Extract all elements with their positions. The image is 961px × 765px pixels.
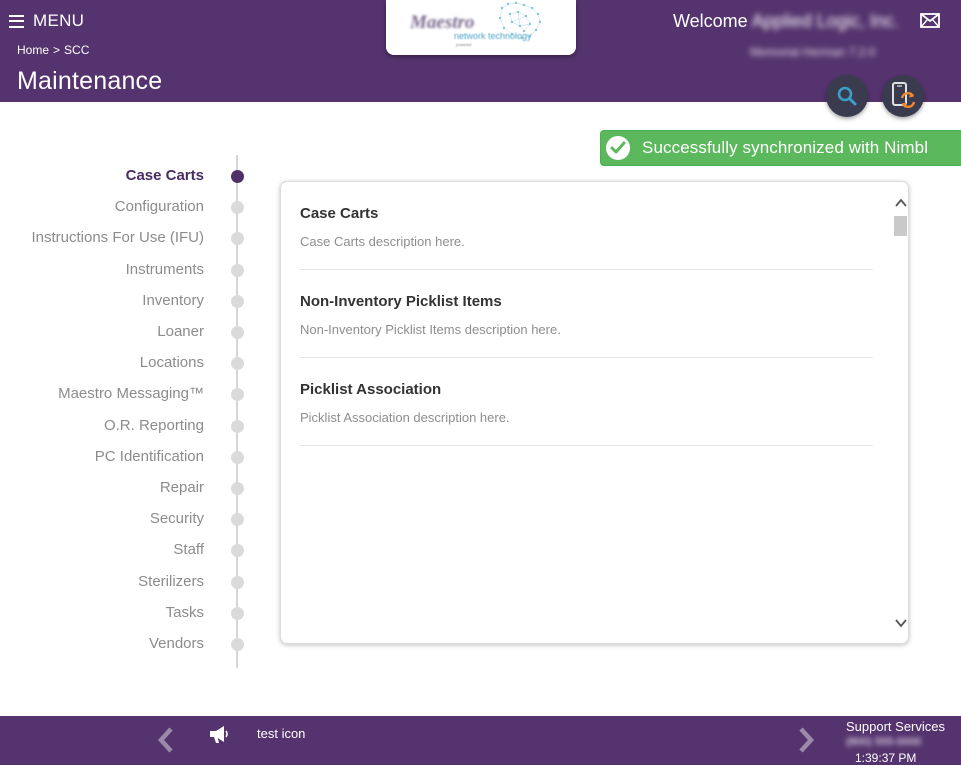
list-item-title: Picklist Association	[300, 381, 442, 398]
list-item[interactable]: Picklist Association Picklist Association…	[300, 358, 873, 446]
nav-item-label: Security	[149, 510, 204, 527]
nav-dot-icon	[231, 451, 244, 464]
nav-item-label: Case Carts	[125, 167, 204, 184]
mobile-sync-icon	[892, 82, 916, 109]
nav-item[interactable]: Repair	[0, 476, 250, 500]
nav-item-label: Sterilizers	[138, 573, 204, 590]
content-panel: Case Carts Case Carts description here. No…	[280, 181, 909, 644]
logo[interactable]: Maestro network technology powered	[386, 0, 576, 55]
breadcrumb-separator: >	[53, 43, 61, 57]
chevron-down-icon[interactable]	[894, 616, 908, 630]
nav-item-label: Repair	[159, 479, 204, 496]
welcome-prefix: Welcome	[673, 11, 748, 31]
nav-item-label: Staff	[173, 541, 204, 558]
footer-message[interactable]: test icon	[257, 726, 305, 741]
mobile-sync-button[interactable]	[882, 75, 924, 117]
nav-dot-icon	[231, 607, 244, 620]
logo-tagline: powered	[456, 42, 472, 47]
toast-message: Successfully synchronized with Nimbl	[642, 138, 929, 157]
account-subtitle: Memorial Herman 7.2.0	[750, 45, 876, 59]
chevron-right-icon[interactable]	[793, 724, 819, 756]
nav-dot-icon	[231, 576, 244, 589]
envelope-icon[interactable]	[920, 13, 940, 28]
nav-item-label: Instructions For Use (IFU)	[31, 229, 204, 246]
menu-button[interactable]: MENU	[9, 11, 84, 31]
chevron-left-icon[interactable]	[153, 724, 179, 756]
list-item-description: Picklist Association description here.	[300, 410, 510, 425]
nav-dot-icon	[231, 295, 244, 308]
check-circle-icon	[604, 134, 632, 162]
nav-item[interactable]: Inventory	[0, 289, 250, 313]
nav-item-label: Vendors	[148, 635, 204, 652]
nav-dot-icon	[231, 201, 244, 214]
nav-item-label: Configuration	[114, 198, 204, 215]
scrollbar[interactable]	[893, 190, 908, 638]
nav-item-label: Inventory	[142, 292, 204, 309]
nav-item-label: Loaner	[157, 323, 204, 340]
nav-item-label: O.R. Reporting	[103, 417, 204, 434]
nav-item[interactable]: Instruments	[0, 258, 250, 282]
chevron-up-icon[interactable]	[894, 196, 908, 210]
nav-item-label: Instruments	[125, 261, 204, 278]
hamburger-icon	[9, 14, 24, 28]
breadcrumb-home-link[interactable]: Home	[17, 43, 49, 57]
nav-item[interactable]: Security	[0, 507, 250, 531]
support-phone: (800) 555-0000	[846, 736, 922, 748]
search-button[interactable]	[826, 75, 868, 117]
nav-item[interactable]: Sterilizers	[0, 570, 250, 594]
nav-dot-icon	[231, 264, 244, 277]
nav-dot-icon	[231, 232, 244, 245]
nav-item-label: Locations	[139, 354, 204, 371]
nav-item-label: PC Identification	[94, 448, 204, 465]
breadcrumb: Home > SCC	[17, 43, 89, 57]
clock-time: 1:39:37 PM	[855, 751, 917, 765]
scroll-thumb[interactable]	[894, 216, 907, 236]
account-name: Applied Logic, Inc.	[751, 11, 899, 31]
nav-dot-icon	[231, 357, 244, 370]
nav-item[interactable]: Tasks	[0, 601, 250, 625]
list-item[interactable]: Non-Inventory Picklist Items Non-Inventor…	[300, 270, 873, 358]
nav-item[interactable]: Loaner	[0, 320, 250, 344]
nav-dot-icon	[231, 388, 244, 401]
nav-item[interactable]: Case Carts	[0, 164, 250, 188]
nav-dot-icon	[231, 482, 244, 495]
nav-item[interactable]: Configuration	[0, 195, 250, 219]
megaphone-icon[interactable]	[208, 724, 230, 744]
nav-dot-icon	[231, 326, 244, 339]
nav-dot-icon	[231, 170, 244, 183]
nav-item[interactable]: O.R. Reporting	[0, 414, 250, 438]
nav-dot-icon	[231, 638, 244, 651]
search-icon	[837, 86, 857, 106]
nav-item[interactable]: Maestro Messaging™	[0, 382, 250, 406]
nav-item[interactable]: PC Identification	[0, 445, 250, 469]
list-item-title: Non-Inventory Picklist Items	[300, 293, 502, 310]
list-item[interactable]: Case Carts Case Carts description here.	[300, 182, 873, 270]
list-item-description: Case Carts description here.	[300, 234, 465, 249]
list-item-description: Non-Inventory Picklist Items description…	[300, 322, 561, 337]
sync-success-toast[interactable]: Successfully synchronized with Nimbl	[600, 130, 961, 166]
nav-item[interactable]: Locations	[0, 351, 250, 375]
nav-item[interactable]: Vendors	[0, 632, 250, 656]
page-title: Maintenance	[17, 67, 163, 95]
breadcrumb-current-link[interactable]: SCC	[64, 43, 89, 57]
support-services-label: Support Services	[846, 719, 945, 734]
nav-item-label: Maestro Messaging™	[58, 385, 204, 402]
nav-item[interactable]: Instructions For Use (IFU)	[0, 226, 250, 250]
footer-bar: test icon Support Services (800) 555-000…	[0, 716, 961, 765]
header-bar: MENU Home > SCC Maintenance Maestro networ…	[0, 0, 961, 117]
nav-dot-icon	[231, 420, 244, 433]
menu-label: MENU	[33, 11, 85, 30]
brain-network-icon	[498, 1, 542, 40]
welcome-message: Welcome Applied Logic, Inc.	[673, 11, 899, 32]
nav-dot-icon	[231, 544, 244, 557]
list-item-title: Case Carts	[300, 205, 379, 222]
nav-item-label: Tasks	[165, 604, 204, 621]
nav-dot-icon	[231, 513, 244, 526]
nav-item[interactable]: Staff	[0, 538, 250, 562]
